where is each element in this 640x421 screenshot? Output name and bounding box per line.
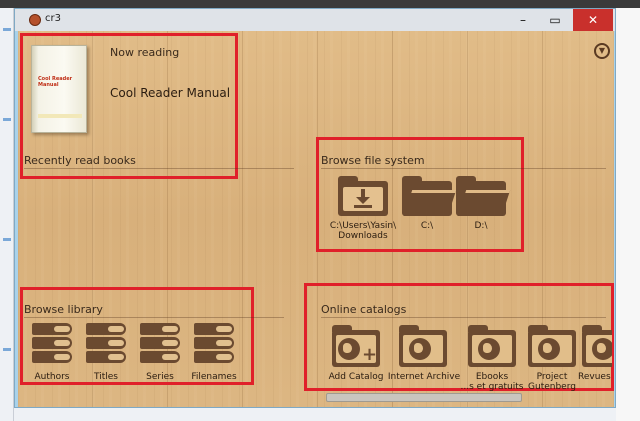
current-book-title[interactable]: Cool Reader Manual (110, 86, 230, 100)
library-item-label[interactable]: Titles (80, 372, 132, 382)
books-stack-icon[interactable] (84, 323, 128, 369)
catalogs-label: Online catalogs (321, 303, 407, 316)
cover-band (38, 114, 82, 118)
filesystem-item-label[interactable]: C:\ (402, 221, 452, 231)
folder-open-icon[interactable] (456, 176, 511, 216)
folder-open-icon[interactable] (402, 176, 457, 216)
globe-folder-icon[interactable] (399, 325, 447, 367)
divider (321, 317, 606, 318)
desktop-left-panel (0, 8, 14, 421)
catalog-item-label[interactable]: Revues (578, 372, 614, 382)
globe-folder-icon[interactable] (528, 325, 576, 367)
title-bar[interactable]: cr3 – ▭ ✕ (15, 9, 615, 31)
recent-books-label: Recently read books (24, 154, 136, 167)
catalog-overflow-clip (582, 325, 612, 367)
filesystem-item-label[interactable]: D:\ (456, 221, 506, 231)
app-icon (29, 14, 41, 26)
desktop-left-marker (3, 348, 11, 351)
close-button[interactable]: ✕ (573, 9, 613, 31)
catalog-item-label[interactable]: Project (518, 372, 586, 382)
filesystem-label: Browse file system (321, 154, 425, 167)
library-label: Browse library (24, 303, 103, 316)
books-stack-icon[interactable] (192, 323, 236, 369)
desktop-left-marker (3, 28, 11, 31)
globe-folder-icon[interactable] (468, 325, 516, 367)
cover-title: Cool Reader Manual (38, 76, 73, 88)
download-folder-icon[interactable] (338, 176, 388, 216)
divider (24, 168, 294, 169)
desktop-right-panel (616, 8, 640, 421)
download-arrow-icon (354, 189, 372, 208)
library-item-label[interactable]: Series (134, 372, 186, 382)
catalog-item-label[interactable]: Add Catalog (320, 372, 392, 382)
app-window: cr3 – ▭ ✕ ▼ Cool Reader Manual Now readi… (14, 8, 616, 408)
now-reading-label: Now reading (110, 46, 180, 59)
maximize-button[interactable]: ▭ (541, 9, 569, 31)
minimize-button[interactable]: – (509, 9, 537, 31)
divider (24, 317, 284, 318)
books-stack-icon[interactable] (138, 323, 182, 369)
desktop-left-marker (3, 238, 11, 241)
library-item-label[interactable]: Authors (26, 372, 78, 382)
current-book-cover[interactable]: Cool Reader Manual (31, 45, 87, 133)
globe-folder-add-icon[interactable]: + (332, 325, 380, 367)
home-screen: ▼ Cool Reader Manual Now reading Cool Re… (18, 31, 614, 407)
desktop-bottom-strip (14, 408, 616, 421)
books-stack-icon[interactable] (30, 323, 74, 369)
divider (321, 168, 606, 169)
chevron-down-icon[interactable]: ▼ (594, 43, 610, 59)
globe-folder-icon[interactable] (582, 325, 612, 367)
catalog-item-label[interactable]: Internet Archive (386, 372, 462, 382)
filesystem-item-label[interactable]: C:\Users\Yasin\ (324, 221, 402, 231)
desktop-left-marker (3, 118, 11, 121)
library-item-label[interactable]: Filenames (186, 372, 242, 382)
catalog-item-label[interactable]: Gutenberg (518, 382, 586, 392)
filesystem-item-label[interactable]: Downloads (324, 231, 402, 241)
window-title: cr3 (45, 13, 61, 24)
catalogs-scrollbar[interactable] (326, 393, 522, 402)
desktop-top-strip (0, 0, 640, 8)
